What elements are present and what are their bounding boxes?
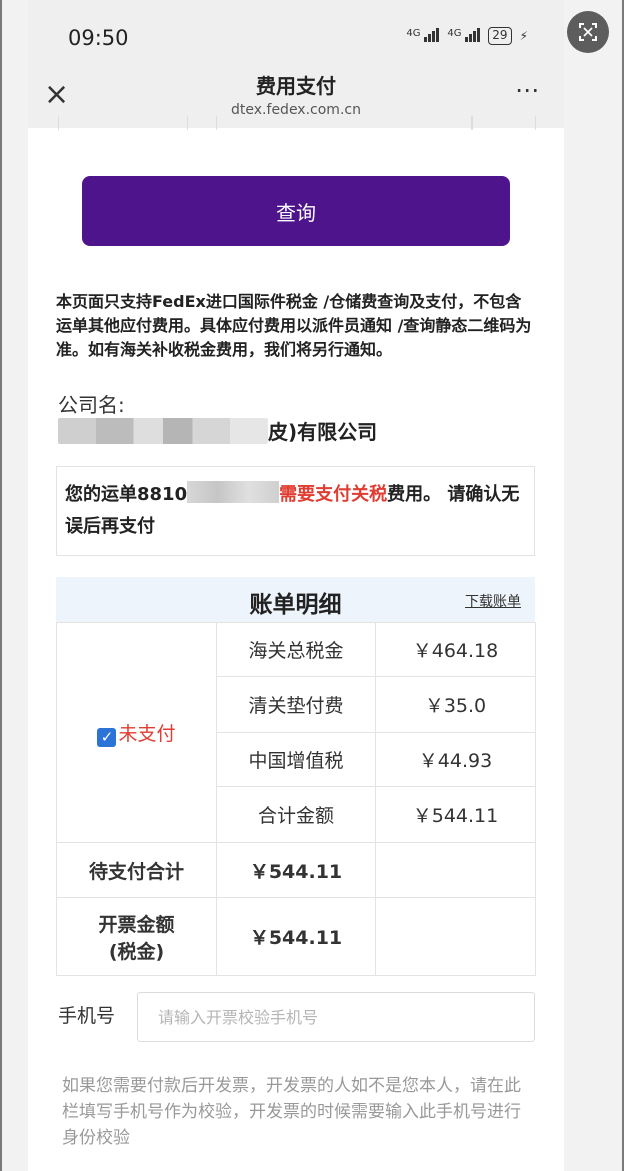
network-label-1: 4G [406, 27, 421, 39]
form-field-peek [472, 116, 536, 130]
invoice-label-line2: (税金) [108, 940, 165, 963]
table-row: 待支付合计 ￥544.11 [56, 842, 536, 898]
bill-table: ✓ 未支付 海关总税金 ￥464.18 清关垫付费 ￥35.0 中国增值税 ￥44… [56, 622, 536, 976]
scan-icon[interactable] [567, 11, 609, 53]
table-row: ✓ 未支付 海关总税金 ￥464.18 [56, 622, 536, 843]
invoice-tip: 如果您需要付款后开发票，开发票的人如不是您本人，请在此栏填写手机号作为校验，开发… [62, 1076, 521, 1148]
status-time: 09:50 [68, 26, 129, 50]
empty-cell [375, 897, 536, 976]
empty-cell [375, 842, 536, 898]
bill-item-value: ￥464.18 [375, 622, 536, 677]
redacted-waybill [187, 481, 280, 503]
bill-item-value: ￥35.0 [375, 676, 536, 733]
form-field-peek [58, 116, 188, 130]
company-name-suffix: 皮)有限公司 [268, 420, 378, 444]
invoice-amount-label: 开票金额 (税金) [56, 897, 217, 976]
invoice-label-line1: 开票金额 [98, 913, 175, 936]
bill-header: 账单明细 下载账单 [56, 577, 535, 623]
waybill-highlight: 需要支付关税 [279, 484, 388, 505]
total-label: 合计金额 [216, 786, 376, 843]
scan-icon-glyph [579, 23, 597, 41]
redacted-block [58, 418, 268, 444]
bill-item-value: ￥44.93 [375, 732, 536, 787]
pending-total-value: ￥544.11 [216, 842, 376, 898]
bill-title: 账单明细 [249, 592, 342, 618]
bill-item-label: 海关总税金 [216, 622, 376, 677]
pending-total-label: 待支付合计 [56, 842, 217, 898]
battery-icon: 29 [488, 27, 512, 45]
frame-edge-left [0, 0, 2, 1171]
status-indicators: 4G 4G 29 ⚡ [406, 27, 528, 45]
company-name: 皮)有限公司 [58, 416, 438, 446]
screen-frame: 09:50 4G 4G 29 ⚡ × 费用支付 dtex.fedex.com.c… [0, 0, 624, 1171]
invoice-amount-value: ￥544.11 [216, 897, 376, 976]
page-title: 费用支付 [256, 74, 336, 98]
top-bar: 09:50 4G 4G 29 ⚡ × 费用支付 dtex.fedex.com.c… [28, 0, 564, 128]
charging-icon: ⚡ [519, 29, 528, 43]
waybill-notice: 您的运单8810 需要支付关税费用。 请确认无误后再支付 [56, 466, 535, 556]
signal-2-icon: 4G [447, 27, 481, 45]
table-row: 开票金额 (税金) ￥544.11 [56, 897, 536, 976]
download-bill-link[interactable]: 下载账单 [465, 591, 521, 611]
phone-screen: 09:50 4G 4G 29 ⚡ × 费用支付 dtex.fedex.com.c… [28, 0, 564, 1171]
signal-1-icon: 4G [406, 27, 440, 45]
phone-label: 手机号 [58, 1005, 116, 1027]
phone-input[interactable] [137, 992, 535, 1042]
payment-status: 未支付 [118, 722, 176, 745]
checkbox-checked-icon[interactable]: ✓ [97, 727, 117, 747]
query-button[interactable]: 查询 [82, 176, 510, 246]
notice-text: 本页面只支持FedEx进口国际件税金 /仓储费查询及支付，不包含运单其他应付费用… [56, 292, 532, 359]
bill-item-label: 清关垫付费 [216, 676, 376, 733]
company-label: 公司名: [58, 393, 125, 417]
payment-status-cell[interactable]: ✓ 未支付 [56, 622, 217, 843]
bill-item-label: 中国增值税 [216, 732, 376, 787]
waybill-prefix: 您的运单8810 [65, 484, 188, 505]
more-icon[interactable]: ⋯ [515, 78, 540, 102]
total-value: ￥544.11 [375, 786, 536, 843]
form-field-peek [216, 116, 472, 130]
network-label-2: 4G [447, 27, 462, 39]
